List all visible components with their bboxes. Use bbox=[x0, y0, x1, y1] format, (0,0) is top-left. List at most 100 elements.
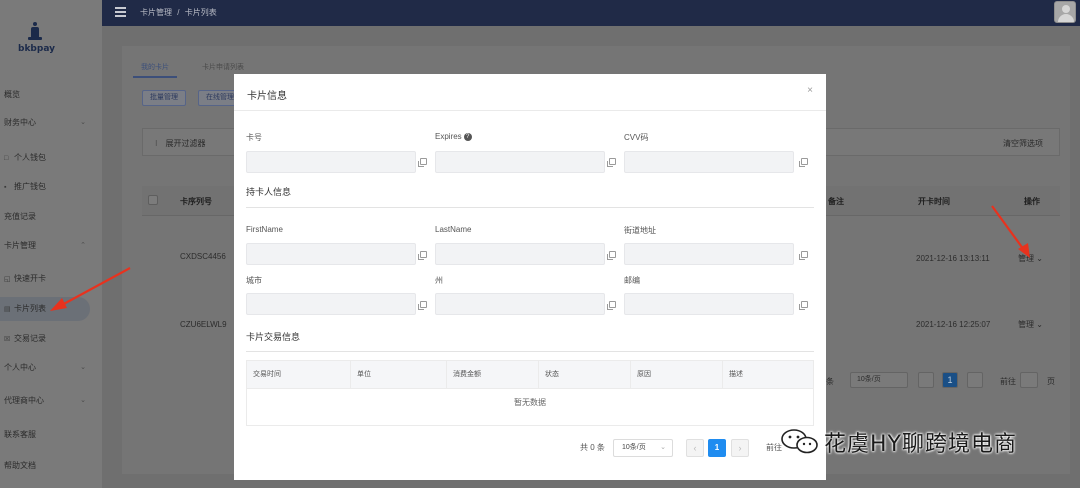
cvv-label: CVV码 bbox=[624, 133, 649, 142]
sidebar-item-label: 财务中心 bbox=[4, 118, 36, 127]
pager-total: 共 0 条 bbox=[580, 443, 605, 452]
card-number-label: 卡号 bbox=[246, 133, 262, 142]
holder-section-title: 持卡人信息 bbox=[246, 187, 292, 197]
sidebar-item-label: 个人钱包 bbox=[14, 153, 46, 162]
chevron-down-icon: ⌄ bbox=[80, 397, 86, 404]
last-name-field[interactable] bbox=[435, 243, 605, 265]
sidebar-item-profile[interactable]: 个人中心 ⌄ bbox=[0, 356, 102, 380]
pager-total-tail: 条 bbox=[826, 377, 834, 386]
sidebar-item-agent[interactable]: 代理商中心 ⌄ bbox=[0, 389, 102, 413]
copy-icon[interactable] bbox=[799, 158, 808, 167]
brand-logo[interactable]: bkbpay bbox=[18, 22, 55, 54]
page-number[interactable]: 1 bbox=[942, 372, 958, 388]
column-description: 描述 bbox=[729, 371, 743, 378]
page-unit: 页 bbox=[1047, 377, 1055, 386]
city-field[interactable] bbox=[246, 293, 416, 315]
annotation-arrow-left bbox=[50, 267, 131, 311]
column-unit: 单位 bbox=[351, 361, 447, 389]
sidebar-item-label: 个人中心 bbox=[4, 363, 36, 372]
sidebar-item-recharge[interactable]: 充值记录 bbox=[0, 205, 102, 229]
sidebar-item-overview[interactable]: 概览 bbox=[0, 83, 102, 107]
batch-manage-button[interactable]: 批量管理 bbox=[142, 90, 186, 106]
sidebar-item-transactions[interactable]: ☒ 交易记录 bbox=[0, 327, 102, 351]
copy-icon[interactable] bbox=[418, 251, 427, 260]
sidebar-item-support[interactable]: 联系客服 bbox=[0, 423, 102, 447]
copy-icon[interactable] bbox=[418, 158, 427, 167]
sidebar-item-promo-wallet[interactable]: ▪ 推广钱包 bbox=[0, 175, 102, 199]
zip-field[interactable] bbox=[624, 293, 794, 315]
filter-toggle-icon: ⁝ bbox=[155, 139, 158, 148]
street-field[interactable] bbox=[624, 243, 794, 265]
goto-input[interactable] bbox=[1020, 372, 1038, 388]
column-open-time[interactable]: 开卡时间 bbox=[918, 196, 950, 207]
help-icon[interactable]: ? bbox=[463, 132, 472, 141]
copy-icon[interactable] bbox=[418, 301, 427, 310]
copy-icon[interactable] bbox=[799, 251, 808, 260]
prev-page-button[interactable] bbox=[918, 372, 934, 388]
transactions-icon: ☒ bbox=[4, 336, 11, 343]
logo-icon bbox=[28, 22, 42, 42]
next-page-button[interactable]: › bbox=[731, 439, 749, 457]
sidebar-item-label: 概览 bbox=[4, 90, 20, 99]
prev-page-button[interactable]: ‹ bbox=[686, 439, 704, 457]
sidebar: bkbpay 概览 财务中心 ⌄ □ 个人钱包 ▪ 推广钱包 充值记录 卡片管理 ⌃ ◱… bbox=[0, 0, 102, 488]
sidebar-item-help[interactable]: 帮助文档 bbox=[0, 454, 102, 478]
sidebar-item-label: 交易记录 bbox=[14, 334, 46, 343]
annotation-arrow-right bbox=[991, 205, 1030, 258]
breadcrumb-card-list: 卡片列表 bbox=[184, 8, 217, 17]
cvv-field[interactable] bbox=[624, 151, 794, 173]
column-status: 状态 bbox=[539, 361, 631, 389]
column-remark: 备注 bbox=[828, 197, 844, 206]
row-card-no: CZU6ELWL9 bbox=[180, 320, 227, 329]
card-add-icon: ◱ bbox=[4, 276, 11, 283]
transaction-table-header: 交易时间 单位 消费金额 状态 原因 描述 bbox=[247, 361, 813, 389]
divider bbox=[234, 110, 826, 111]
close-icon[interactable]: × bbox=[807, 85, 813, 96]
breadcrumb-card-management[interactable]: 卡片管理 bbox=[140, 8, 172, 17]
column-tx-time: 交易时间 bbox=[247, 361, 351, 389]
transaction-section-title: 卡片交易信息 bbox=[246, 332, 301, 342]
row-open-time: 2021-12-16 13:13:11 bbox=[916, 254, 990, 263]
tab-card-applications[interactable]: 卡片申请列表 bbox=[202, 62, 244, 72]
chevron-up-icon: ⌃ bbox=[80, 242, 86, 249]
per-page-select[interactable]: 10条/页 bbox=[850, 372, 908, 388]
sidebar-item-finance[interactable]: 财务中心 ⌄ bbox=[0, 111, 102, 135]
sidebar-item-wallet[interactable]: □ 个人钱包 bbox=[0, 146, 102, 170]
first-name-field[interactable] bbox=[246, 243, 416, 265]
transaction-table: 交易时间 单位 消费金额 状态 原因 描述 暂无数据 bbox=[246, 360, 814, 426]
sidebar-item-label: 充值记录 bbox=[4, 212, 36, 221]
wechat-icon bbox=[781, 429, 818, 454]
expand-filter-label[interactable]: 展开过滤器 bbox=[166, 139, 206, 148]
state-field[interactable] bbox=[435, 293, 605, 315]
copy-icon[interactable] bbox=[607, 158, 616, 167]
last-name-label: LastName bbox=[435, 225, 472, 234]
copy-icon[interactable] bbox=[607, 251, 616, 260]
hamburger-menu-icon[interactable] bbox=[115, 7, 126, 17]
modal-title: 卡片信息 bbox=[247, 91, 287, 102]
row-card-no: CXDSC4456 bbox=[180, 252, 226, 261]
sidebar-item-label: 帮助文档 bbox=[4, 461, 36, 470]
wallet-icon: □ bbox=[4, 155, 9, 162]
goto-label: 前往 bbox=[1000, 377, 1016, 386]
next-page-button[interactable] bbox=[967, 372, 983, 388]
first-name-label: FirstName bbox=[246, 225, 283, 234]
copy-icon[interactable] bbox=[607, 301, 616, 310]
expires-field[interactable] bbox=[435, 151, 605, 173]
avatar[interactable] bbox=[1054, 1, 1076, 23]
card-info-modal: 卡片信息 × 卡号 Expires? CVV码 持卡人信息 FirstName … bbox=[234, 74, 826, 480]
select-all-checkbox[interactable] bbox=[148, 195, 158, 205]
divider bbox=[246, 207, 814, 208]
tab-my-cards[interactable]: 我的卡片 bbox=[133, 58, 177, 78]
breadcrumb: 卡片管理 / 卡片列表 bbox=[140, 7, 217, 18]
copy-icon[interactable] bbox=[799, 301, 808, 310]
sidebar-item-label: 代理商中心 bbox=[4, 396, 44, 405]
state-label: 州 bbox=[435, 276, 443, 285]
per-page-select[interactable]: 10条/页 ⌄ bbox=[613, 439, 673, 457]
manage-dropdown[interactable]: 管理 ⌄ bbox=[1018, 319, 1043, 330]
chevron-down-icon: ⌄ bbox=[80, 364, 86, 371]
card-number-field[interactable] bbox=[246, 151, 416, 173]
column-card-no: 卡序列号 bbox=[180, 197, 212, 206]
clear-filters-button[interactable]: 清空筛选项 bbox=[1003, 138, 1043, 149]
current-page-button[interactable]: 1 bbox=[708, 439, 726, 457]
sidebar-item-card-management[interactable]: 卡片管理 ⌃ bbox=[0, 234, 102, 258]
